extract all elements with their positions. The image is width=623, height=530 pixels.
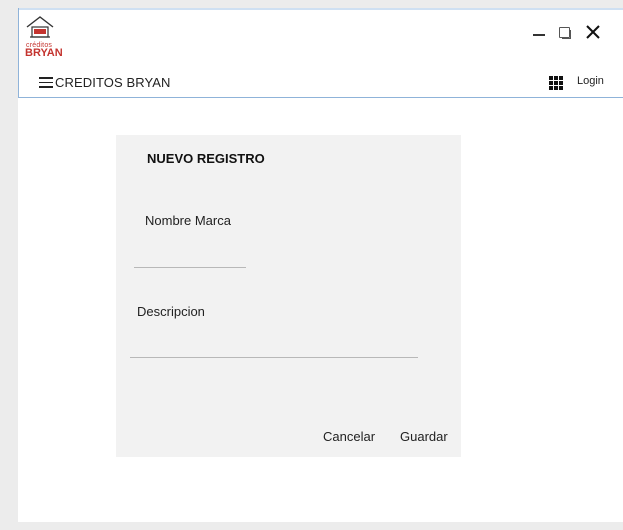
form-title: NUEVO REGISTRO: [147, 151, 265, 166]
new-record-form: NUEVO REGISTRO Nombre Marca Descripcion …: [116, 135, 461, 457]
save-button[interactable]: Guardar: [400, 429, 448, 444]
nombre-marca-input[interactable]: [134, 253, 246, 268]
navbar: CREDITOS BRYAN: [39, 72, 171, 92]
maximize-icon[interactable]: [559, 27, 571, 39]
cancel-button[interactable]: Cancelar: [323, 429, 375, 444]
descripcion-label: Descripcion: [137, 304, 205, 319]
app-window: créditos BRYAN CREDITOS BRYAN Login NUEV…: [18, 8, 623, 522]
grid-icon[interactable]: [549, 76, 563, 90]
logo-brand-text: BRYAN: [25, 47, 63, 59]
descripcion-input[interactable]: [130, 343, 418, 358]
title-bar-top-line: [19, 8, 623, 10]
close-icon[interactable]: [585, 24, 601, 40]
hamburger-icon[interactable]: [39, 77, 53, 88]
app-title: CREDITOS BRYAN: [55, 74, 171, 90]
title-bar: créditos BRYAN CREDITOS BRYAN Login: [18, 8, 623, 98]
brand-logo: créditos BRYAN: [25, 14, 63, 59]
nombre-marca-label: Nombre Marca: [145, 213, 231, 228]
login-link[interactable]: Login: [577, 75, 604, 87]
house-icon: [26, 16, 54, 38]
